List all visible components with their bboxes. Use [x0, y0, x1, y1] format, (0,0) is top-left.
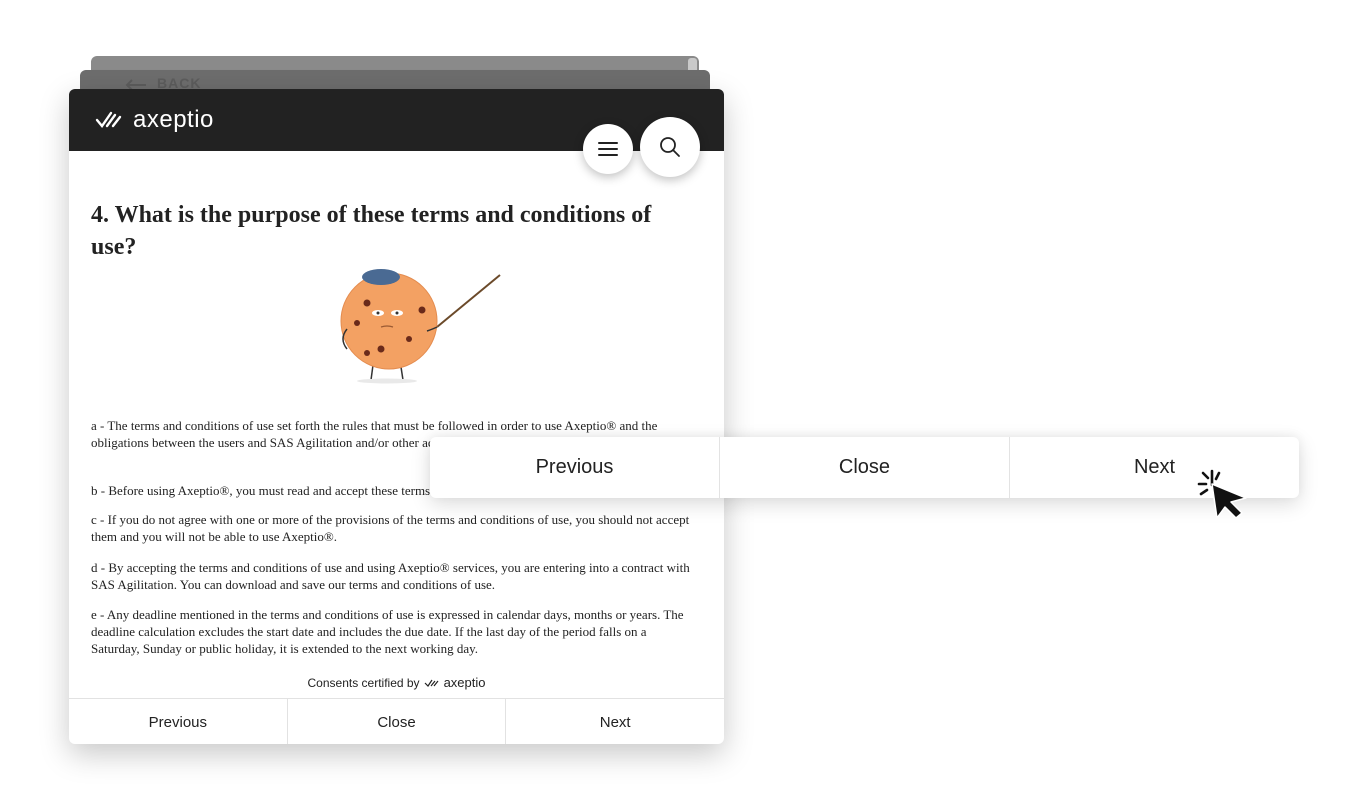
hamburger-menu-icon [598, 142, 618, 156]
paragraph-e: e - Any deadline mentioned in the terms … [91, 607, 684, 656]
consents-brand: axeptio [443, 675, 486, 690]
axeptio-logo-icon [95, 111, 122, 128]
paragraph-d: d - By accepting the terms and condition… [91, 560, 690, 592]
next-button[interactable]: Next [506, 699, 724, 744]
paragraph-c: c - If you do not agree with one or more… [91, 512, 690, 544]
click-pointer-cursor-icon [1197, 469, 1247, 519]
floating-navigation-bar: Previous Close Next [430, 437, 1299, 498]
floating-close-button[interactable]: Close [720, 437, 1010, 498]
section-heading: 4. What is the purpose of these terms an… [91, 202, 652, 260]
consents-certified-line: Consents certified by axeptio [69, 675, 724, 690]
card-footer: Previous Close Next [69, 698, 724, 744]
search-icon [660, 137, 680, 157]
previous-button[interactable]: Previous [69, 699, 288, 744]
axeptio-small-logo-icon [424, 679, 439, 687]
menu-button[interactable] [583, 124, 633, 174]
floating-previous-button[interactable]: Previous [430, 437, 720, 498]
floating-next-button[interactable]: Next [1010, 437, 1299, 498]
search-button[interactable] [640, 117, 700, 177]
close-button[interactable]: Close [288, 699, 507, 744]
consents-label: Consents certified by [307, 675, 420, 690]
terms-card: axeptio 4. What is the purpose of these … [69, 89, 724, 744]
cookie-mascot-illustration [340, 269, 501, 384]
axeptio-logo: axeptio [95, 106, 214, 134]
logo-text: axeptio [133, 106, 214, 133]
